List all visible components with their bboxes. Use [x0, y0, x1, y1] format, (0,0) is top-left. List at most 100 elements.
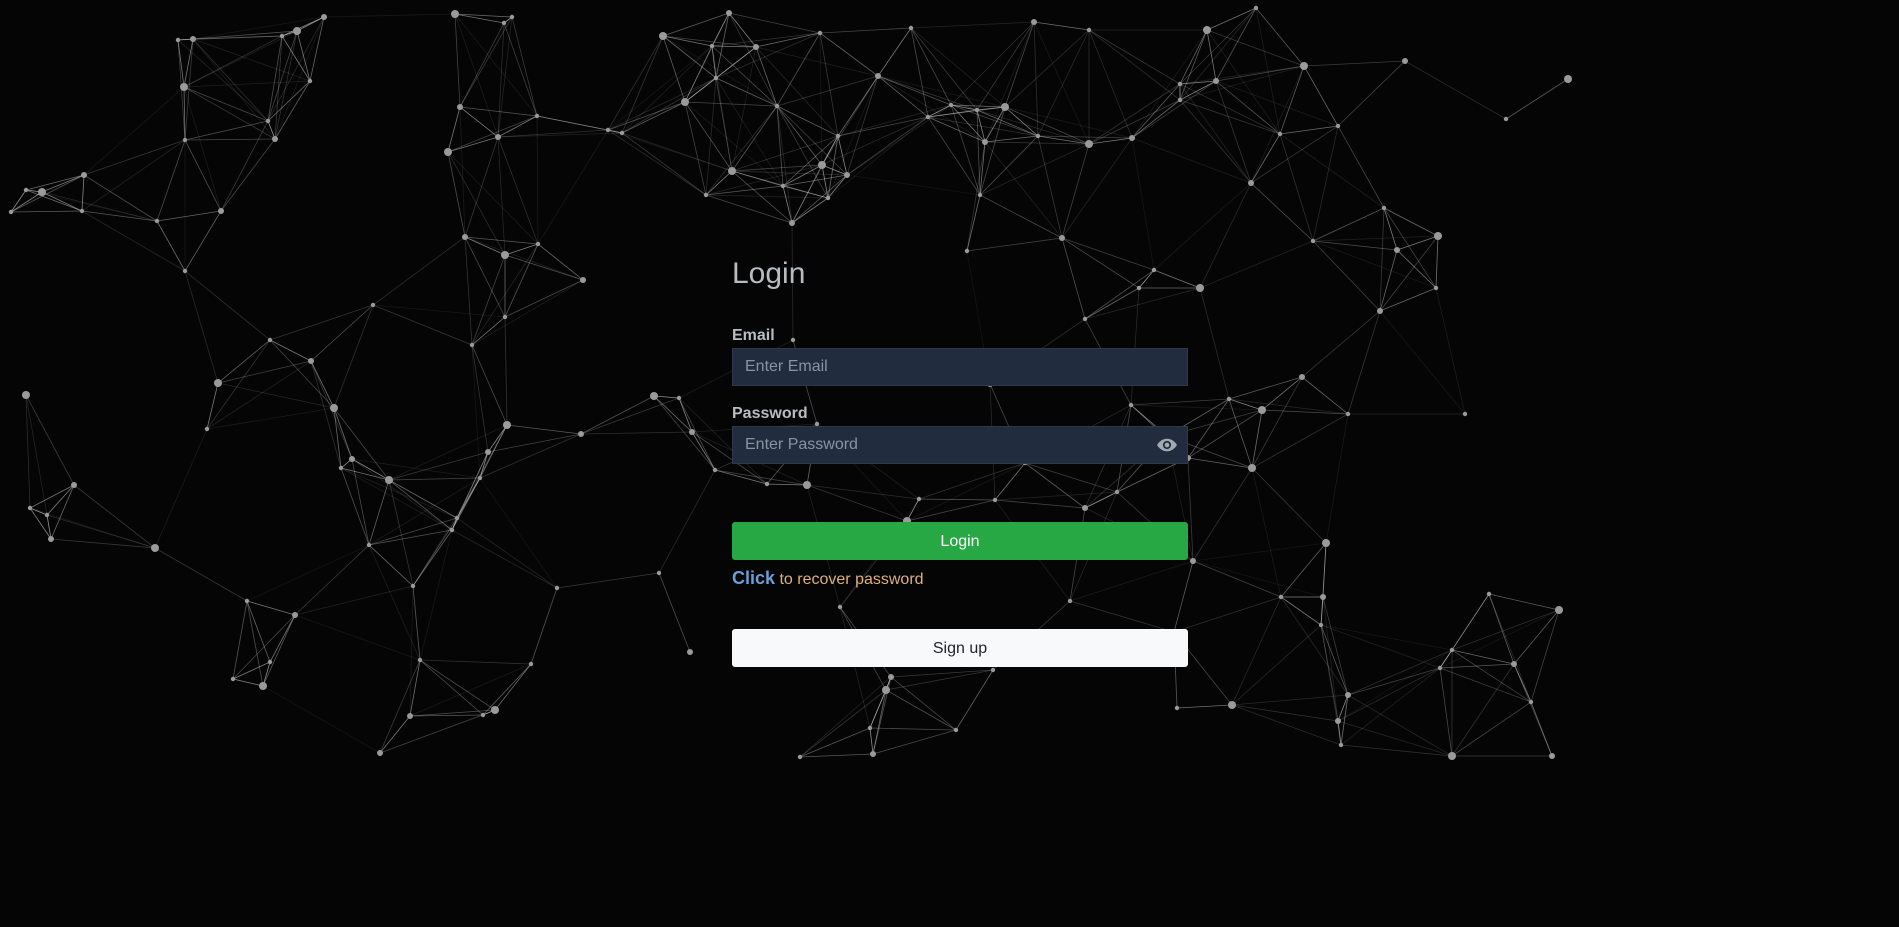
network-line [1488, 593, 1560, 611]
network-line [262, 614, 296, 687]
network-node [650, 392, 658, 400]
network-line [471, 344, 481, 479]
network-line [705, 185, 784, 196]
network-node [457, 104, 463, 110]
network-node [449, 527, 455, 533]
network-line [1488, 593, 1515, 665]
network-node [1486, 591, 1492, 597]
network-line [877, 75, 978, 111]
network-line [419, 659, 532, 665]
network-node [982, 139, 988, 145]
network-line [984, 141, 1090, 145]
network-line [269, 339, 335, 409]
network-line [511, 16, 538, 117]
network-line [1037, 29, 1090, 137]
network-line [388, 477, 481, 481]
network-line [50, 484, 75, 540]
network-line [156, 210, 222, 222]
network-line [885, 689, 957, 731]
network-line [731, 170, 848, 176]
network-line [1439, 609, 1560, 669]
network-node [175, 37, 181, 43]
network-line [1439, 663, 1515, 669]
network-line [83, 174, 158, 222]
network-node [534, 113, 540, 119]
network-line [1312, 235, 1439, 242]
network-node [509, 14, 515, 20]
network-node [687, 649, 693, 655]
network-line [1279, 133, 1385, 209]
network-line [269, 614, 296, 663]
network-line [497, 136, 539, 245]
network-line [246, 544, 370, 602]
network-line [379, 659, 421, 754]
network-line [979, 194, 1063, 239]
network-line [471, 344, 489, 453]
network-node [44, 512, 50, 518]
network-line [791, 197, 829, 224]
network-line [621, 45, 713, 134]
network-node [953, 727, 959, 733]
network-line [1199, 287, 1230, 400]
network-line [607, 35, 664, 131]
network-line [46, 484, 75, 516]
network-node [1001, 103, 1009, 111]
network-line [1215, 80, 1252, 184]
network-line [1404, 60, 1507, 120]
eye-icon[interactable] [1156, 436, 1178, 454]
network-node [79, 208, 85, 214]
network-node [267, 659, 273, 665]
network-line [409, 585, 414, 717]
network-line [351, 458, 453, 531]
network-line [232, 614, 296, 680]
network-node [8, 209, 14, 215]
network-line [536, 115, 539, 245]
network-line [454, 13, 461, 108]
network-line [464, 236, 584, 281]
network-node [1381, 205, 1387, 211]
network-node [1299, 374, 1305, 380]
password-input[interactable] [733, 427, 1187, 463]
email-input[interactable] [733, 349, 1187, 385]
network-line [1435, 235, 1439, 289]
network-node [502, 314, 508, 320]
network-line [877, 27, 912, 77]
network-node [469, 342, 475, 348]
network-node [1253, 5, 1259, 11]
login-button[interactable]: Login [732, 522, 1188, 560]
network-node [417, 657, 423, 663]
network-line [556, 572, 660, 589]
recover-password-link[interactable]: Click [732, 568, 775, 588]
password-field-wrapper [732, 426, 1188, 464]
network-line [711, 32, 821, 47]
network-line [1192, 542, 1327, 562]
network-node [1335, 123, 1341, 129]
network-node [659, 32, 667, 40]
network-node [1437, 665, 1443, 671]
network-line [459, 22, 505, 108]
network-node [321, 14, 327, 20]
network-node [1228, 701, 1236, 709]
network-node [1190, 558, 1196, 564]
network-node [444, 148, 452, 156]
network-line [1337, 720, 1342, 746]
network-node [1564, 75, 1572, 83]
network-line [10, 210, 83, 213]
network-line [372, 304, 473, 346]
network-line [183, 80, 311, 88]
network-line [955, 669, 994, 731]
network-line [1279, 125, 1339, 135]
network-line [81, 139, 186, 212]
signup-button[interactable]: Sign up [732, 629, 1188, 667]
network-line [1199, 240, 1314, 289]
network-node [554, 585, 560, 591]
network-node [154, 218, 160, 224]
network-line [497, 132, 623, 138]
network-line [503, 22, 538, 117]
network-line [368, 544, 414, 587]
network-node [818, 161, 826, 169]
network-line [658, 572, 691, 653]
network-node [1320, 594, 1326, 600]
network-line [217, 360, 312, 384]
network-node [1434, 232, 1442, 240]
